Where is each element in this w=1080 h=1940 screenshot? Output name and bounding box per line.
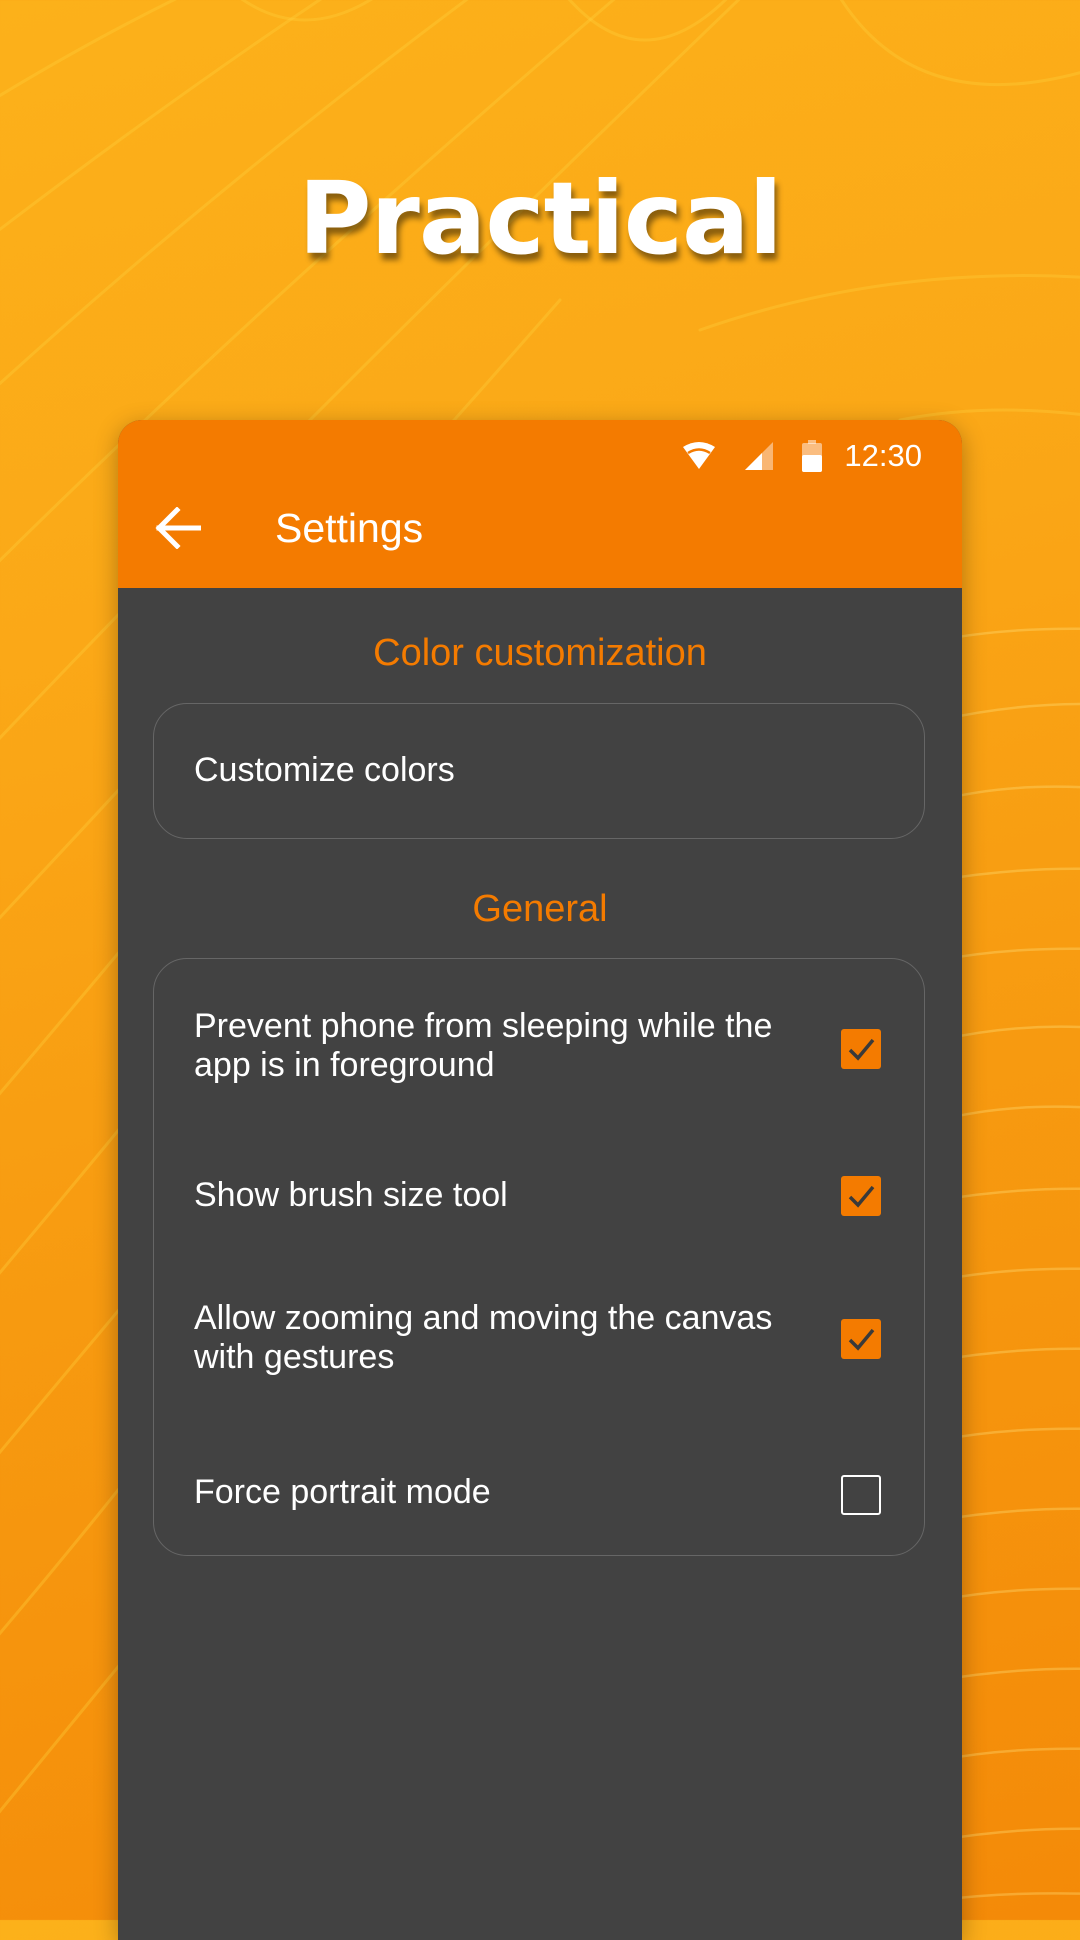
force-portrait-checkbox[interactable] [841, 1475, 881, 1515]
battery-icon [802, 440, 823, 472]
general-settings-card: Prevent phone from sleeping while the ap… [153, 958, 925, 1556]
app-bar: 12:30 Settings [118, 420, 962, 588]
wifi-icon [682, 441, 716, 471]
setting-row-zoom-gestures[interactable]: Allow zooming and moving the canvas with… [154, 1249, 924, 1409]
checkmark-icon [848, 1328, 875, 1351]
checkmark-icon [848, 1038, 875, 1061]
brush-size-tool-label: Show brush size tool [194, 1176, 508, 1214]
back-button[interactable] [146, 496, 210, 560]
section-header-color-customization: Color customization [373, 632, 707, 674]
customize-colors-label: Customize colors [194, 751, 455, 789]
zoom-gestures-checkbox[interactable] [841, 1319, 881, 1359]
status-bar: 12:30 [654, 434, 922, 478]
force-portrait-label: Force portrait mode [194, 1473, 491, 1511]
customize-colors-item[interactable]: Customize colors [154, 704, 924, 837]
arrow-left-icon [155, 507, 201, 549]
setting-row-force-portrait[interactable]: Force portrait mode [154, 1409, 924, 1554]
setting-row-brush-size-tool[interactable]: Show brush size tool [154, 1109, 924, 1249]
keep-awake-checkbox[interactable] [841, 1029, 881, 1069]
cell-signal-icon [744, 441, 774, 471]
checkmark-icon [848, 1185, 875, 1208]
status-time: 12:30 [844, 438, 922, 473]
promo-headline: Practical [298, 160, 782, 277]
brush-size-tool-checkbox[interactable] [841, 1176, 881, 1216]
section-header-general: General [472, 888, 608, 930]
setting-row-keep-awake[interactable]: Prevent phone from sleeping while the ap… [154, 959, 924, 1109]
zoom-gestures-label: Allow zooming and moving the canvas with… [194, 1299, 773, 1376]
color-customization-card: Customize colors [153, 703, 925, 839]
page-title: Settings [275, 505, 424, 551]
keep-awake-label: Prevent phone from sleeping while the ap… [194, 1007, 773, 1084]
phone-screen: 12:30 Settings Color customization Custo… [118, 420, 962, 1940]
